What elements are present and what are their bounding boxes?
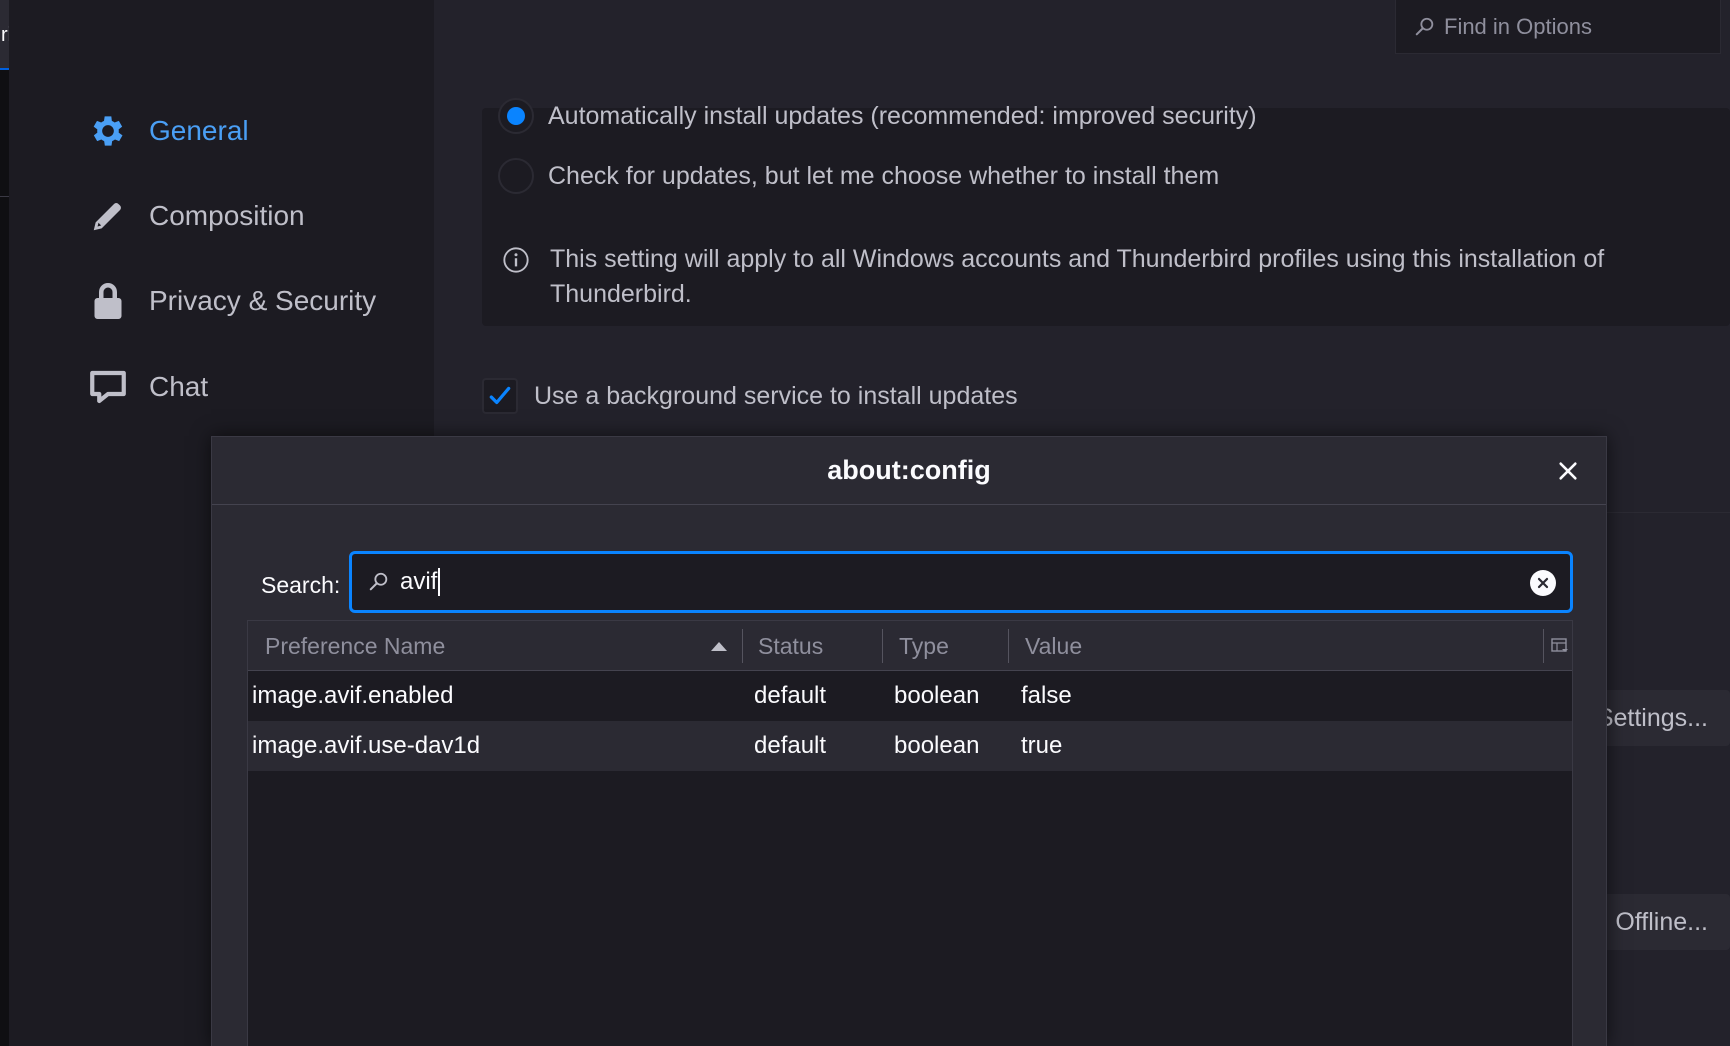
- close-icon: [1559, 462, 1577, 480]
- cell-preference-name: image.avif.enabled: [252, 682, 454, 709]
- updates-group: Automatically install updates (recommend…: [482, 98, 1730, 326]
- gear-icon: [87, 110, 129, 152]
- radio-label: Automatically install updates (recommend…: [548, 101, 1257, 130]
- background-service-checkbox[interactable]: [482, 378, 518, 414]
- close-button[interactable]: [1548, 451, 1588, 491]
- checkmark-icon: [489, 386, 511, 405]
- column-separator[interactable]: [742, 629, 743, 663]
- info-icon: [503, 247, 529, 273]
- search-label: Search:: [261, 572, 341, 598]
- dialog-title: about:config: [827, 455, 991, 485]
- column-header-type[interactable]: Type: [899, 621, 1009, 671]
- sidebar-item-label: Chat: [149, 371, 209, 402]
- column-header-label: Preference Name: [265, 632, 446, 659]
- cell-preference-name: image.avif.use-dav1d: [252, 732, 481, 759]
- lock-icon: [87, 280, 129, 322]
- sidebar-item-label: Composition: [149, 200, 305, 231]
- background-tab[interactable]: ri: [0, 0, 12, 70]
- update-info-note: This setting will apply to all Windows a…: [502, 242, 1700, 312]
- column-header-label: Status: [758, 632, 824, 659]
- find-placeholder: Find in Options: [1444, 13, 1592, 39]
- column-separator[interactable]: [1543, 629, 1544, 663]
- info-text: This setting will apply to all Windows a…: [550, 245, 1605, 308]
- cell-type: boolean: [894, 732, 980, 759]
- column-picker-icon: [1551, 638, 1568, 652]
- radio-auto-install[interactable]: Automatically install updates (recommend…: [498, 98, 1257, 134]
- sidebar-item-label: Privacy & Security: [149, 285, 377, 316]
- preferences-table: Preference Name Status Type Value image.…: [247, 620, 1573, 1046]
- clear-icon: [1537, 577, 1549, 589]
- column-header-status[interactable]: Status: [758, 621, 878, 671]
- cell-value: false: [1021, 682, 1072, 709]
- settings-button-label: Settings...: [1596, 703, 1708, 732]
- radio-button-selected[interactable]: [498, 98, 534, 134]
- search-icon: [369, 572, 388, 591]
- sidebar-item-general[interactable]: General: [87, 106, 249, 156]
- background-window-edge: ri: [0, 0, 12, 1046]
- column-separator[interactable]: [1008, 629, 1009, 663]
- column-header-label: Type: [899, 632, 949, 659]
- radio-check-only[interactable]: Check for updates, but let me choose whe…: [498, 158, 1219, 194]
- cell-status: default: [754, 732, 827, 759]
- column-header-preference-name[interactable]: Preference Name: [265, 621, 735, 671]
- sidebar-item-composition[interactable]: Composition: [87, 191, 305, 241]
- table-row[interactable]: image.avif.enabled default boolean false: [248, 671, 1572, 721]
- cell-value: true: [1021, 732, 1063, 759]
- sidebar-item-label: General: [149, 115, 249, 146]
- radio-button[interactable]: [498, 158, 534, 194]
- table-header: Preference Name Status Type Value: [248, 621, 1572, 671]
- search-icon: [1415, 17, 1434, 35]
- sidebar-item-chat[interactable]: Chat: [87, 362, 208, 412]
- chat-icon: [87, 366, 129, 408]
- checkbox-label: Use a background service to install upda…: [534, 381, 1018, 410]
- search-value: avif: [400, 568, 441, 596]
- offline-button-label: Offline...: [1615, 907, 1708, 936]
- column-header-value[interactable]: Value: [1025, 621, 1425, 671]
- options-window: ri General Composition Privacy & Securit…: [0, 0, 1730, 1046]
- background-service-option[interactable]: Use a background service to install upda…: [482, 378, 1018, 414]
- cell-status: default: [754, 682, 827, 709]
- pencil-icon: [87, 195, 129, 237]
- about-config-dialog: about:config Search: avif Preference Nam…: [211, 436, 1607, 1046]
- dialog-header: about:config: [212, 437, 1606, 505]
- column-picker-button[interactable]: [1548, 621, 1572, 671]
- cell-type: boolean: [894, 682, 980, 709]
- table-row[interactable]: image.avif.use-dav1d default boolean tru…: [248, 721, 1572, 771]
- section-divider: [1604, 512, 1730, 513]
- column-separator[interactable]: [882, 629, 883, 663]
- column-header-label: Value: [1025, 632, 1083, 659]
- find-in-options-input[interactable]: Find in Options: [1395, 0, 1721, 54]
- search-input[interactable]: avif: [349, 551, 1573, 613]
- sort-ascending-icon: [711, 642, 727, 651]
- sidebar-item-privacy-security[interactable]: Privacy & Security: [87, 276, 376, 326]
- edge-divider: [0, 196, 9, 197]
- radio-label: Check for updates, but let me choose whe…: [548, 161, 1220, 190]
- clear-search-button[interactable]: [1530, 570, 1556, 596]
